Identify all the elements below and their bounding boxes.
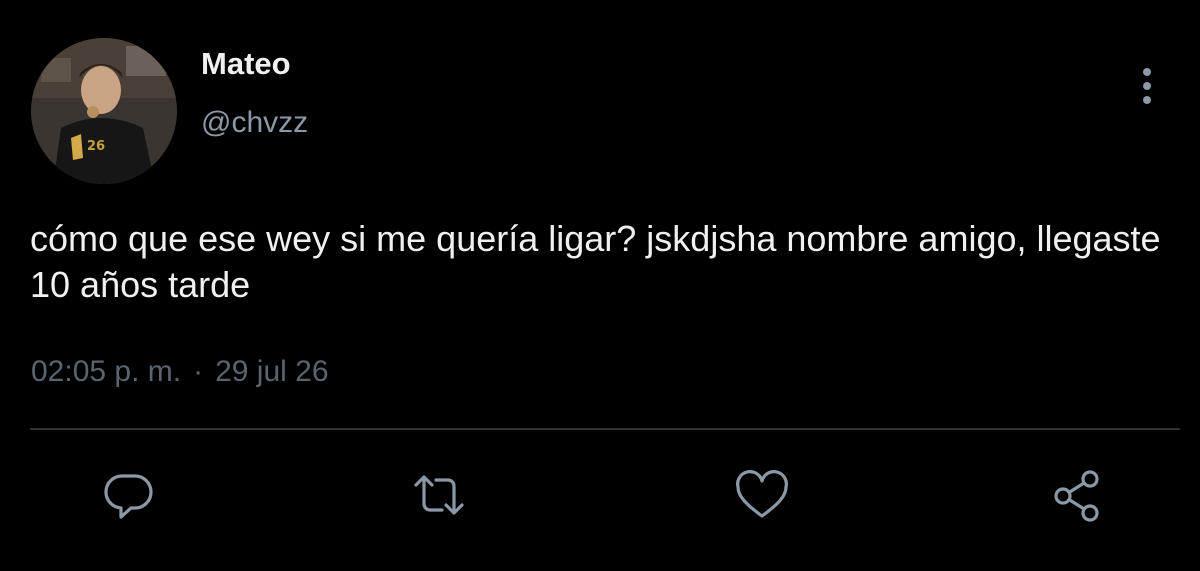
reply-button[interactable] [101,468,157,524]
tweet-text: cómo que ese wey si me quería ligar? jsk… [30,218,1161,305]
share-icon [1054,470,1099,522]
retweet-icon [414,475,464,515]
user-handle[interactable]: @chvzz [201,108,308,138]
meta-separator: · [193,355,204,388]
profile-photo-icon: 26 [31,38,177,184]
share-button[interactable] [1050,468,1106,524]
tweet-timestamp: 02:05 p. m. · 29 jul 26 [31,357,329,387]
like-button[interactable] [734,468,790,524]
tweet-time: 02:05 p. m. [31,355,182,388]
avatar[interactable]: 26 [31,38,177,184]
heart-icon [736,470,788,518]
retweet-button[interactable] [411,468,467,524]
reply-icon [104,474,153,519]
divider [30,428,1180,430]
tweet-date: 29 jul 26 [215,355,329,388]
more-options-button[interactable] [1132,66,1162,106]
display-name[interactable]: Mateo [201,48,291,79]
svg-text:26: 26 [87,139,105,154]
